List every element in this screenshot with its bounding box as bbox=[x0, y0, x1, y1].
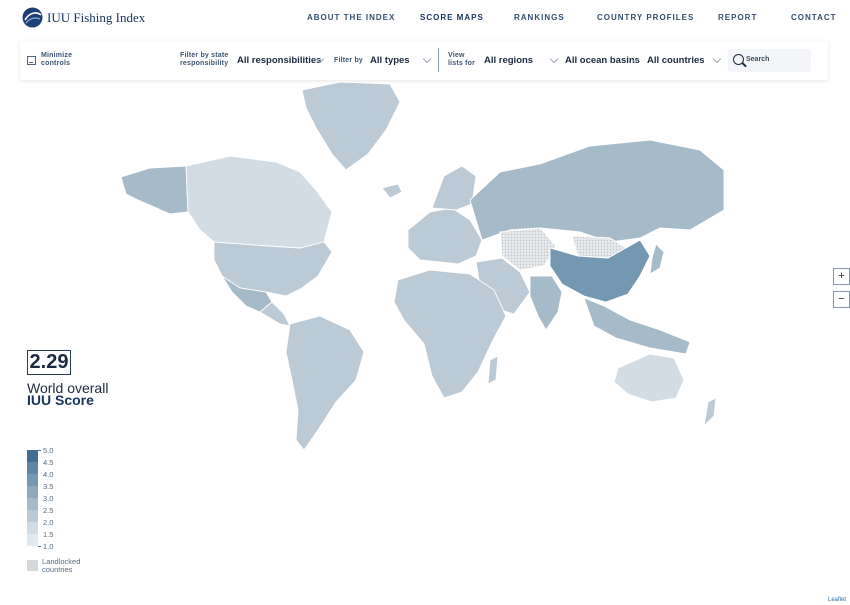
nav-rankings[interactable]: RANKINGS bbox=[514, 13, 565, 22]
legend-tick bbox=[38, 450, 41, 451]
landlocked-swatch bbox=[27, 560, 38, 571]
legend-label: 5.0 bbox=[43, 446, 54, 455]
region-japan[interactable] bbox=[649, 243, 665, 275]
region-madagascar[interactable] bbox=[487, 355, 499, 385]
legend-label: 4.5 bbox=[43, 458, 54, 467]
legend-label: 1.0 bbox=[43, 542, 54, 551]
region-canada[interactable] bbox=[185, 155, 333, 249]
search-input[interactable]: Search bbox=[728, 49, 811, 72]
zoom-out-button[interactable]: − bbox=[833, 291, 850, 308]
region-south-america[interactable] bbox=[285, 315, 365, 451]
responsibility-select[interactable]: All responsibilities bbox=[237, 55, 321, 66]
legend-swatch bbox=[27, 522, 38, 534]
region-australia[interactable] bbox=[613, 353, 685, 403]
regions-select[interactable]: All regions bbox=[484, 55, 533, 66]
filter-bar: Minimize controls Filter by state respon… bbox=[20, 41, 828, 80]
legend-label: 4.0 bbox=[43, 470, 54, 479]
legend-label: 2.5 bbox=[43, 506, 54, 515]
region-alaska[interactable] bbox=[120, 165, 189, 215]
ocean-basins-select[interactable]: All ocean basins bbox=[565, 55, 640, 66]
legend-label: 2.0 bbox=[43, 518, 54, 527]
state-responsibility-label: Filter by state responsibility bbox=[180, 52, 229, 67]
legend-tick bbox=[38, 546, 41, 547]
region-europe[interactable] bbox=[407, 207, 483, 265]
score-label-line2: IUU Score bbox=[27, 392, 94, 408]
legend-swatch bbox=[27, 450, 38, 462]
globe-logo-icon bbox=[22, 7, 43, 28]
legend-swatch bbox=[27, 510, 38, 522]
minimize-controls-label[interactable]: Minimize controls bbox=[41, 52, 81, 68]
view-lists-label: View lists for bbox=[448, 52, 476, 67]
nav-contact[interactable]: CONTACT bbox=[791, 13, 837, 22]
type-select[interactable]: All types bbox=[370, 55, 410, 66]
region-india[interactable] bbox=[529, 275, 563, 331]
region-new-zealand[interactable] bbox=[703, 397, 717, 428]
leaflet-attribution[interactable]: Leaflet bbox=[828, 597, 846, 603]
minimize-icon[interactable] bbox=[27, 56, 36, 65]
logo-text: IUU Fishing Index bbox=[47, 9, 146, 25]
region-greenland[interactable] bbox=[301, 81, 401, 171]
divider bbox=[438, 48, 439, 72]
nav-about[interactable]: ABOUT THE INDEX bbox=[307, 13, 395, 22]
region-southeast-asia[interactable] bbox=[583, 297, 691, 355]
region-russia[interactable] bbox=[469, 139, 725, 243]
countries-select[interactable]: All countries bbox=[647, 55, 705, 66]
legend-label: 3.0 bbox=[43, 494, 54, 503]
search-placeholder: Search bbox=[746, 56, 770, 63]
search-icon bbox=[733, 54, 744, 65]
logo[interactable]: IUU Fishing Index bbox=[22, 7, 145, 28]
zoom-in-button[interactable]: + bbox=[833, 268, 850, 285]
legend-label: 3.5 bbox=[43, 482, 54, 491]
world-map[interactable] bbox=[0, 80, 850, 460]
nav-score-maps[interactable]: SCORE MAPS bbox=[420, 13, 484, 22]
region-scandinavia[interactable] bbox=[431, 165, 477, 211]
nav-report[interactable]: REPORT bbox=[718, 13, 757, 22]
legend-swatch bbox=[27, 474, 38, 486]
legend-swatch bbox=[27, 486, 38, 498]
legend-swatch bbox=[27, 534, 38, 546]
chevron-down-icon[interactable] bbox=[422, 54, 432, 64]
chevron-down-icon[interactable] bbox=[712, 54, 722, 64]
filter-by-label: Filter by bbox=[334, 57, 364, 64]
nav-country-profiles[interactable]: COUNTRY PROFILES bbox=[597, 13, 694, 22]
legend-swatch bbox=[27, 498, 38, 510]
top-navigation: IUU Fishing Index ABOUT THE INDEX SCORE … bbox=[0, 0, 850, 36]
world-score-value: 2.29 bbox=[27, 350, 71, 375]
legend-label: 1.5 bbox=[43, 530, 54, 539]
region-iceland[interactable] bbox=[381, 183, 403, 199]
legend-swatch bbox=[27, 462, 38, 474]
landlocked-label: Landlocked countries bbox=[42, 557, 81, 574]
chevron-down-icon[interactable] bbox=[549, 54, 559, 64]
